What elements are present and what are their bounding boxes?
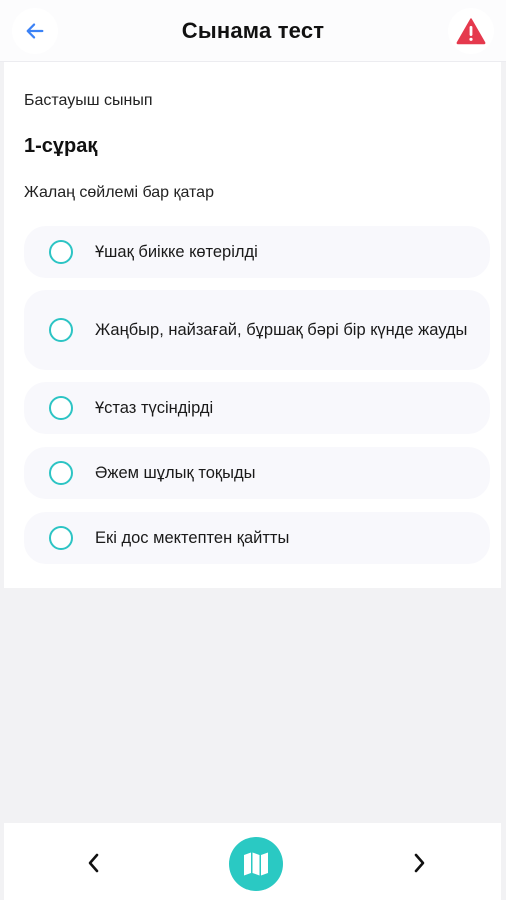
page-title: Сынама тест <box>181 17 325 43</box>
warning-triangle-icon <box>456 18 486 45</box>
question-text: Жалаң сөйлемі бар қатар <box>24 184 214 201</box>
question-map-button[interactable] <box>229 837 283 891</box>
answer-option-5[interactable]: Екі дос мектептен қайтты <box>24 512 490 564</box>
previous-question-button[interactable] <box>76 845 112 881</box>
map-icon <box>244 852 268 876</box>
answer-option-label: Ұшақ биікке көтерілді <box>95 243 258 261</box>
answer-option-label: Жаңбыр, найзағай, бұршақ бәрі бір күнде … <box>95 321 468 339</box>
arrow-left-icon <box>26 23 44 39</box>
bottom-navigation <box>4 823 501 900</box>
radio-button[interactable] <box>49 526 73 550</box>
radio-button[interactable] <box>49 461 73 485</box>
answer-option-4[interactable]: Әжем шұлық тоқыды <box>24 447 490 499</box>
answer-option-1[interactable]: Ұшақ биікке көтерілді <box>24 226 490 278</box>
answer-option-label: Әжем шұлық тоқыды <box>95 464 256 482</box>
app-header: Сынама тест <box>0 0 506 62</box>
radio-button[interactable] <box>49 396 73 420</box>
question-number: 1-сұрақ <box>24 135 98 157</box>
answer-option-2[interactable]: Жаңбыр, найзағай, бұршақ бәрі бір күнде … <box>24 290 490 370</box>
radio-button[interactable] <box>49 240 73 264</box>
grade-label: Бастауыш сынып <box>24 92 153 109</box>
answer-option-label: Екі дос мектептен қайтты <box>95 529 290 547</box>
back-button[interactable] <box>12 8 58 54</box>
answer-option-label: Ұстаз түсіндірді <box>95 399 214 417</box>
chevron-right-icon <box>414 853 425 873</box>
radio-button[interactable] <box>49 318 73 342</box>
report-button[interactable] <box>448 8 494 54</box>
chevron-left-icon <box>88 853 99 873</box>
question-card: Бастауыш сынып 1-сұрақ Жалаң сөйлемі бар… <box>4 62 501 588</box>
next-question-button[interactable] <box>401 845 437 881</box>
answer-option-3[interactable]: Ұстаз түсіндірді <box>24 382 490 434</box>
